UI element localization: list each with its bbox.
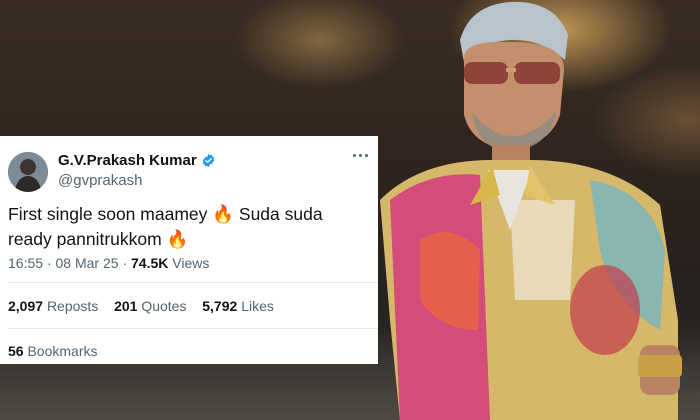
quotes-label: Quotes: [141, 298, 187, 314]
tweet-text-line-2: ready pannitrukkom 🔥: [8, 229, 189, 249]
display-name-text[interactable]: G.V.Prakash Kumar: [58, 152, 197, 169]
meta-separator: ·: [122, 255, 128, 271]
likes-link[interactable]: 5,792 Likes: [202, 298, 274, 314]
reposts-count: 2,097: [8, 298, 44, 314]
likes-label: Likes: [241, 298, 274, 314]
quotes-count: 201: [114, 298, 138, 314]
tweet-card[interactable]: G.V.Prakash Kumar @gvprakash First singl…: [0, 136, 378, 364]
tweet-time[interactable]: 16:55: [8, 255, 43, 271]
tweet-text-line-1: First single soon maamey 🔥 Suda suda: [8, 204, 323, 224]
display-name[interactable]: G.V.Prakash Kumar: [58, 152, 216, 169]
reposts-label: Reposts: [46, 298, 99, 314]
tweet-meta: 16:55 · 08 Mar 25 · 74.5K Views: [8, 255, 209, 271]
views-label: Views: [172, 255, 210, 271]
verified-badge-icon: [202, 153, 214, 168]
bookmarks-label: Bookmarks: [27, 343, 98, 359]
quotes-link[interactable]: 201 Quotes: [114, 298, 186, 314]
divider: [8, 328, 378, 329]
more-options-icon[interactable]: [353, 154, 368, 157]
avatar[interactable]: [8, 152, 48, 192]
divider: [8, 282, 378, 283]
handle[interactable]: @gvprakash: [58, 172, 142, 189]
views-count: 74.5K: [131, 255, 169, 271]
tweet-text: First single soon maamey 🔥 Suda suda rea…: [8, 202, 368, 252]
bookmarks-link[interactable]: 56 Bookmarks: [8, 343, 98, 359]
man-in-printed-shirt: [380, 1, 682, 420]
reposts-link[interactable]: 2,097 Reposts: [8, 298, 98, 314]
avatar-image: [8, 152, 48, 192]
bookmarks-count: 56: [8, 343, 24, 359]
meta-separator: ·: [46, 255, 52, 271]
tweet-date[interactable]: 08 Mar 25: [56, 255, 119, 271]
likes-count: 5,792: [202, 298, 238, 314]
engagement-stats: 2,097 Reposts 201 Quotes 5,792 Likes: [8, 298, 274, 314]
